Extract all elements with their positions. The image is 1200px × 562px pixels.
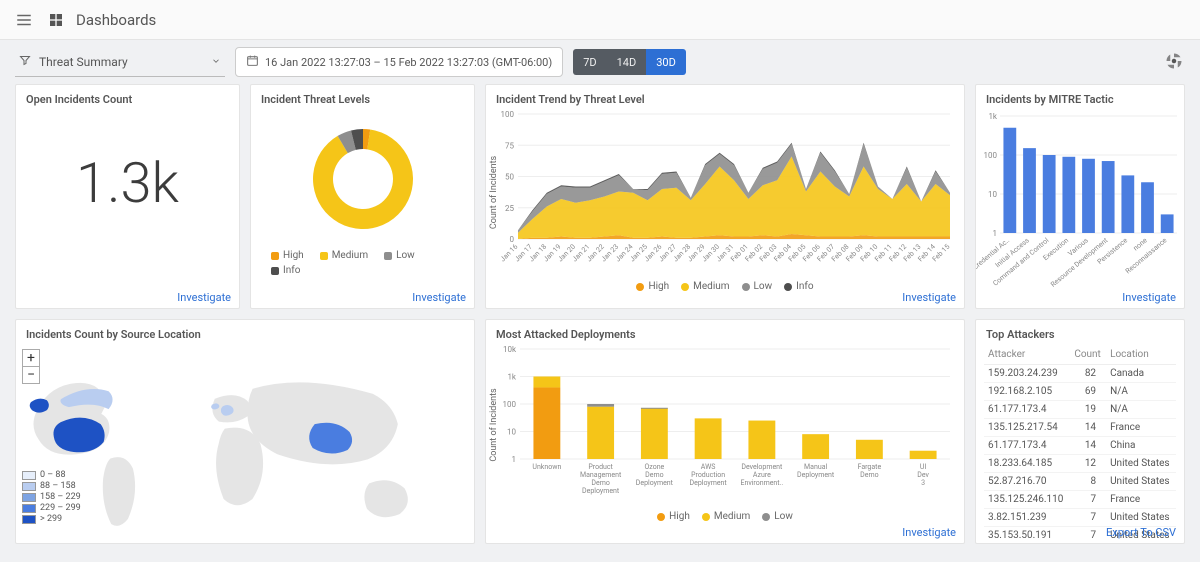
table-row[interactable]: 192.168.2.10569N/A bbox=[984, 383, 1176, 401]
segment-30d[interactable]: 30D bbox=[646, 49, 686, 75]
chevron-down-icon bbox=[211, 55, 221, 69]
svg-text:Demo: Demo bbox=[645, 471, 663, 479]
card-title: Incident Threat Levels bbox=[251, 85, 474, 110]
segment-7d[interactable]: 7D bbox=[573, 49, 606, 75]
svg-text:Dev: Dev bbox=[917, 471, 929, 479]
dropdown-label: Threat Summary bbox=[39, 55, 128, 69]
svg-text:Unknown: Unknown bbox=[532, 463, 561, 471]
svg-text:100: 100 bbox=[503, 400, 517, 409]
card-threat-levels: Incident Threat Levels High Medium Low I… bbox=[250, 84, 475, 309]
table-row[interactable]: 135.125.246.1107France bbox=[984, 491, 1176, 509]
svg-text:Deployment: Deployment bbox=[582, 487, 620, 495]
svg-text:Production: Production bbox=[691, 471, 725, 479]
table-row[interactable]: 3.82.151.2397United States bbox=[984, 509, 1176, 527]
time-segment: 7D 14D 30D bbox=[573, 49, 686, 75]
col-location[interactable]: Location bbox=[1106, 345, 1176, 365]
svg-text:Development: Development bbox=[741, 463, 783, 471]
calendar-icon bbox=[246, 54, 259, 70]
col-attacker[interactable]: Attacker bbox=[984, 345, 1070, 365]
investigate-link[interactable]: Investigate bbox=[412, 291, 466, 304]
svg-text:3: 3 bbox=[921, 479, 925, 487]
trend-legend: High Medium Low Info bbox=[486, 281, 964, 292]
svg-text:Fargate: Fargate bbox=[858, 463, 882, 471]
donut-legend: High Medium Low Info bbox=[251, 244, 474, 282]
svg-text:1k: 1k bbox=[507, 373, 516, 382]
deploy-legend: High Medium Low bbox=[486, 511, 964, 522]
card-title: Top Attackers bbox=[976, 320, 1184, 345]
svg-text:1k: 1k bbox=[988, 112, 997, 121]
apps-grid-icon[interactable] bbox=[44, 8, 68, 32]
svg-text:Deployment: Deployment bbox=[690, 479, 728, 487]
card-open-incidents: Open Incidents Count 1.3k Investigate bbox=[15, 84, 240, 309]
export-csv-link[interactable]: Export To CSV bbox=[1106, 526, 1176, 539]
segment-14d[interactable]: 14D bbox=[607, 49, 647, 75]
svg-text:Demo: Demo bbox=[860, 471, 878, 479]
svg-text:Product: Product bbox=[588, 463, 613, 471]
svg-text:UI: UI bbox=[920, 463, 927, 471]
svg-text:Demo: Demo bbox=[591, 479, 609, 487]
svg-text:1: 1 bbox=[512, 455, 517, 464]
date-range-text: 16 Jan 2022 13:27:03 – 15 Feb 2022 13:27… bbox=[265, 56, 552, 69]
svg-text:1: 1 bbox=[993, 229, 998, 238]
view-dropdown[interactable]: Threat Summary bbox=[15, 47, 225, 77]
table-row[interactable]: 52.87.216.708United States bbox=[984, 473, 1176, 491]
table-row[interactable]: 18.233.64.18512United States bbox=[984, 455, 1176, 473]
card-title: Most Attacked Deployments bbox=[486, 320, 964, 345]
svg-text:Manual: Manual bbox=[804, 463, 827, 471]
svg-text:75: 75 bbox=[505, 141, 514, 150]
svg-text:25: 25 bbox=[505, 204, 514, 213]
card-top-attackers: Top Attackers Attacker Count Location 15… bbox=[975, 319, 1185, 544]
investigate-link[interactable]: Investigate bbox=[902, 526, 956, 539]
card-incident-trend: Incident Trend by Threat Level 0 25 50 75 10… bbox=[485, 84, 965, 309]
app-header: Dashboards bbox=[0, 0, 1200, 40]
svg-text:10: 10 bbox=[507, 428, 516, 437]
svg-text:10: 10 bbox=[988, 190, 997, 199]
donut-chart bbox=[251, 114, 474, 244]
svg-text:AWS: AWS bbox=[701, 463, 716, 471]
svg-text:Azure: Azure bbox=[753, 471, 771, 479]
open-incidents-value: 1.3k bbox=[16, 150, 239, 216]
deployments-chart: 1 10 100 1k 10k Count of Incidents Unknown Prod… bbox=[486, 345, 956, 505]
page-title: Dashboards bbox=[76, 11, 156, 29]
investigate-link[interactable]: Investigate bbox=[1122, 291, 1176, 304]
svg-text:10k: 10k bbox=[503, 345, 517, 354]
table-row[interactable]: 61.177.173.414China bbox=[984, 437, 1176, 455]
filter-bar: Threat Summary 16 Jan 2022 13:27:03 – 15… bbox=[0, 40, 1200, 84]
svg-text:Management: Management bbox=[580, 471, 622, 479]
col-count[interactable]: Count bbox=[1070, 345, 1106, 365]
card-title: Incidents by MITRE Tactic bbox=[976, 85, 1184, 110]
investigate-link[interactable]: Investigate bbox=[177, 291, 231, 304]
card-map: Incidents Count by Source Location + − bbox=[15, 319, 475, 544]
svg-text:0: 0 bbox=[510, 235, 515, 244]
svg-text:Ozone: Ozone bbox=[644, 463, 664, 471]
svg-text:Environment..: Environment.. bbox=[740, 479, 783, 487]
svg-text:Count of Incidents: Count of Incidents bbox=[489, 155, 499, 229]
mitre-chart: 1101001kCredential Ac..Initial AccessCom… bbox=[976, 110, 1181, 295]
attackers-table: Attacker Count Location 159.203.24.23982… bbox=[984, 345, 1176, 543]
svg-text:Deployment: Deployment bbox=[636, 479, 674, 487]
svg-text:Count of Incidents: Count of Incidents bbox=[489, 388, 499, 462]
svg-text:50: 50 bbox=[505, 173, 514, 182]
trend-chart: 0255075100Count of IncidentsJan 16Jan 17… bbox=[486, 110, 956, 275]
table-row[interactable]: 159.203.24.23982Canada bbox=[984, 365, 1176, 383]
world-map[interactable] bbox=[16, 345, 474, 543]
zoom-out-button[interactable]: − bbox=[22, 366, 40, 384]
card-deployments: Most Attacked Deployments 1 10 100 1k 10k Cou… bbox=[485, 319, 965, 544]
card-title: Incidents Count by Source Location bbox=[16, 320, 474, 345]
snapshot-icon[interactable] bbox=[1165, 52, 1185, 72]
svg-text:100: 100 bbox=[501, 110, 515, 119]
table-row[interactable]: 61.177.173.419N/A bbox=[984, 401, 1176, 419]
card-mitre: Incidents by MITRE Tactic 1101001kCreden… bbox=[975, 84, 1185, 309]
card-title: Incident Trend by Threat Level bbox=[486, 85, 964, 110]
svg-text:Deployment: Deployment bbox=[797, 471, 835, 479]
investigate-link[interactable]: Investigate bbox=[902, 291, 956, 304]
table-row[interactable]: 135.125.217.5414France bbox=[984, 419, 1176, 437]
svg-text:100: 100 bbox=[984, 151, 998, 160]
map-legend: 0 – 88 88 – 158 158 – 229 229 – 299 > 29… bbox=[22, 470, 81, 525]
filter-icon bbox=[19, 54, 31, 69]
zoom-in-button[interactable]: + bbox=[22, 349, 40, 367]
date-range-picker[interactable]: 16 Jan 2022 13:27:03 – 15 Feb 2022 13:27… bbox=[235, 47, 563, 77]
hamburger-icon[interactable] bbox=[12, 8, 36, 32]
card-title: Open Incidents Count bbox=[16, 85, 239, 110]
